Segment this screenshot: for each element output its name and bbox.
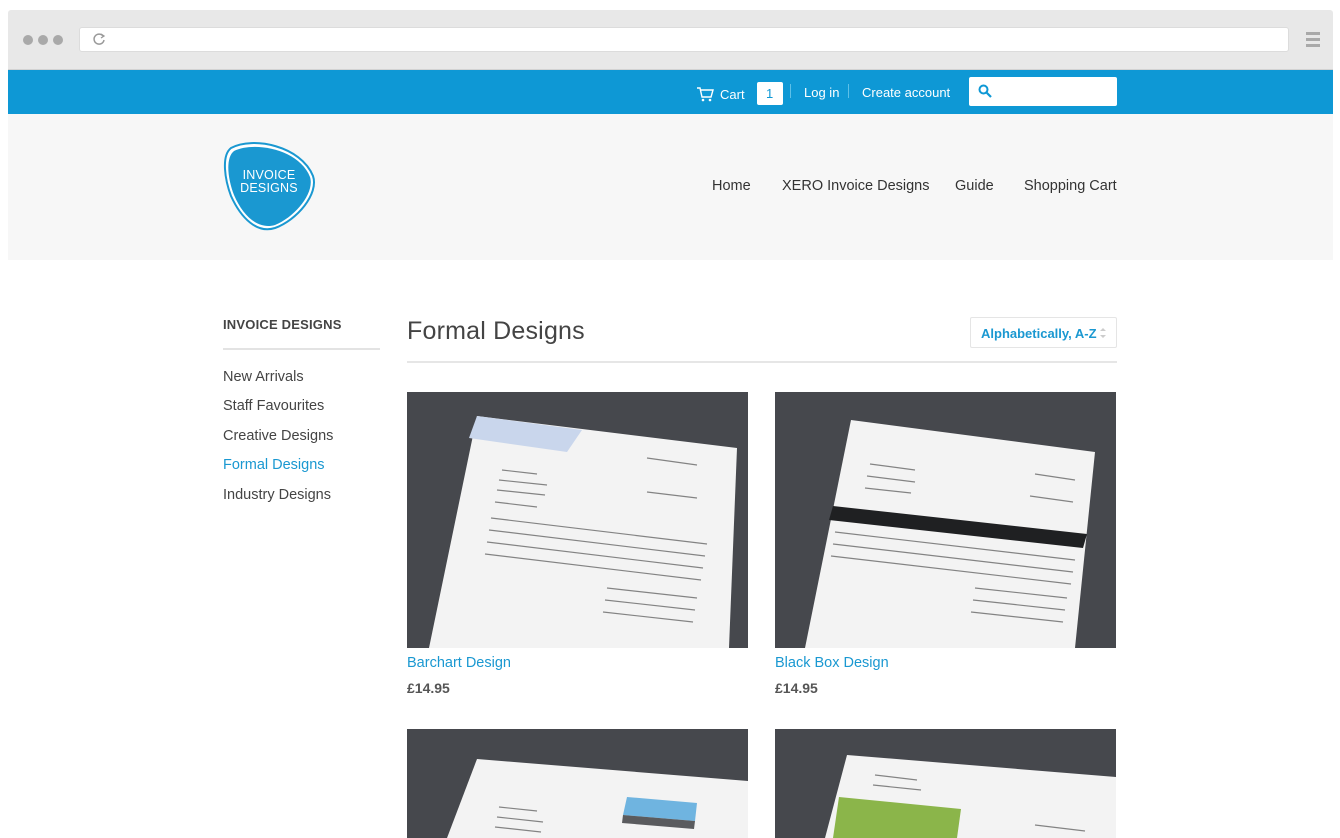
site-logo[interactable]: INVOICE DESIGNS xyxy=(223,140,317,232)
sidebar-item-industry-designs[interactable]: Industry Designs xyxy=(223,487,331,503)
search-icon xyxy=(978,84,992,98)
divider xyxy=(223,348,380,350)
product-image[interactable] xyxy=(407,729,748,838)
invoice-preview-icon xyxy=(775,729,1116,838)
invoice-preview-icon xyxy=(407,392,748,648)
product-image[interactable] xyxy=(775,729,1116,838)
sidebar-item-creative-designs[interactable]: Creative Designs xyxy=(223,428,333,444)
search-input[interactable] xyxy=(969,77,1117,106)
create-account-link[interactable]: Create account xyxy=(862,85,950,100)
logo-text: INVOICE DESIGNS xyxy=(240,168,298,195)
page-title: Formal Designs xyxy=(407,317,585,345)
invoice-preview-icon xyxy=(407,729,748,838)
product-name[interactable]: Barchart Design xyxy=(407,655,511,671)
sort-selected-value: Alphabetically, A-Z xyxy=(981,326,1097,341)
divider xyxy=(790,84,791,98)
cart-link[interactable]: Cart 1 xyxy=(697,82,783,105)
product-price: £14.95 xyxy=(407,680,450,696)
product-price: £14.95 xyxy=(775,680,818,696)
address-bar[interactable] xyxy=(79,27,1289,52)
product-image[interactable] xyxy=(407,392,748,648)
nav-shopping-cart[interactable]: Shopping Cart xyxy=(1024,178,1117,194)
product-name[interactable]: Black Box Design xyxy=(775,655,889,671)
sidebar-item-staff-favourites[interactable]: Staff Favourites xyxy=(223,398,324,414)
nav-home[interactable]: Home xyxy=(712,178,751,194)
sort-select[interactable]: Alphabetically, A-Z xyxy=(970,317,1117,348)
top-bar: Cart 1 Log in Create account xyxy=(8,70,1333,114)
sidebar-item-formal-designs[interactable]: Formal Designs xyxy=(223,457,325,473)
window-controls[interactable] xyxy=(23,35,63,45)
reload-icon[interactable] xyxy=(92,32,106,46)
cart-count-badge: 1 xyxy=(756,82,783,105)
invoice-preview-icon xyxy=(775,392,1116,648)
site-header: INVOICE DESIGNS Home XERO Invoice Designs… xyxy=(8,114,1333,260)
browser-chrome xyxy=(8,10,1333,70)
product-image[interactable] xyxy=(775,392,1116,648)
login-link[interactable]: Log in xyxy=(804,85,839,100)
cart-label: Cart xyxy=(720,87,745,102)
sidebar-title: INVOICE DESIGNS xyxy=(223,317,342,332)
cart-icon xyxy=(697,87,714,102)
divider xyxy=(848,84,849,98)
select-arrows-icon xyxy=(1100,328,1106,338)
nav-xero-invoice-designs[interactable]: XERO Invoice Designs xyxy=(782,178,929,194)
nav-guide[interactable]: Guide xyxy=(955,178,994,194)
sidebar-item-new-arrivals[interactable]: New Arrivals xyxy=(223,369,304,385)
menu-icon[interactable] xyxy=(1306,32,1320,48)
divider xyxy=(407,361,1117,363)
